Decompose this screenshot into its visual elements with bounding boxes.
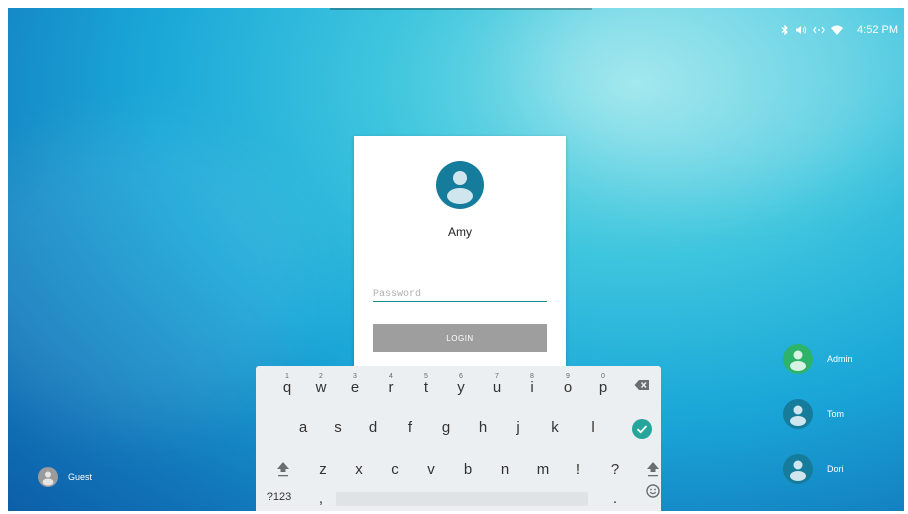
- user-name: Admin: [827, 354, 853, 364]
- key-s[interactable]: s: [321, 410, 355, 446]
- lock-screen: 4:52 PM Amy LOGIN Admin Tom Dori Guest 1…: [8, 8, 904, 511]
- clock-time: 4:52 PM: [857, 24, 898, 36]
- login-button[interactable]: LOGIN: [373, 324, 547, 352]
- person-icon: [790, 460, 806, 481]
- key-exclamation[interactable]: !: [561, 452, 595, 488]
- top-edge-line: [330, 8, 592, 10]
- key-r[interactable]: 4r: [374, 370, 408, 406]
- key-h[interactable]: h: [466, 410, 500, 446]
- key-m[interactable]: m: [526, 452, 560, 488]
- bluetooth-icon: [781, 25, 789, 35]
- status-bar: 4:52 PM: [781, 24, 898, 36]
- keyboard-row-2: a s d f g h j k l: [256, 410, 661, 446]
- user-avatar: [783, 454, 813, 484]
- user-tom[interactable]: Tom: [783, 399, 844, 429]
- key-t[interactable]: 5t: [409, 370, 443, 406]
- user-avatar: [436, 161, 484, 209]
- user-avatar: [783, 344, 813, 374]
- key-y[interactable]: 6y: [444, 370, 478, 406]
- user-name: Tom: [827, 409, 845, 419]
- key-c[interactable]: c: [378, 452, 412, 488]
- user-guest[interactable]: Guest: [38, 467, 92, 487]
- person-icon: [790, 405, 806, 426]
- key-o[interactable]: 9o: [551, 370, 585, 406]
- key-period[interactable]: .: [598, 481, 632, 511]
- user-admin[interactable]: Admin: [783, 344, 853, 374]
- key-i[interactable]: 8i: [515, 370, 549, 406]
- key-d[interactable]: d: [356, 410, 390, 446]
- key-b[interactable]: b: [451, 452, 485, 488]
- key-u[interactable]: 7u: [480, 370, 514, 406]
- key-a[interactable]: a: [286, 410, 320, 446]
- user-avatar: [38, 467, 58, 487]
- on-screen-keyboard: 1q 2w 3e 4r 5t 6y 7u 8i 9o 0p a s d f g …: [256, 366, 661, 511]
- person-icon: [42, 471, 54, 486]
- key-e[interactable]: 3e: [338, 370, 372, 406]
- wifi-icon: [831, 25, 844, 35]
- user-avatar: [783, 399, 813, 429]
- key-q[interactable]: 1q: [270, 370, 304, 406]
- space-bar[interactable]: [336, 492, 588, 506]
- enter-key[interactable]: [625, 410, 659, 446]
- person-icon: [790, 350, 806, 371]
- symbols-key[interactable]: ?123: [262, 479, 296, 511]
- emoji-icon: [646, 484, 660, 498]
- key-comma[interactable]: ,: [304, 481, 338, 511]
- key-v[interactable]: v: [414, 452, 448, 488]
- emoji-key[interactable]: [636, 475, 670, 511]
- backspace-icon: [634, 380, 649, 390]
- user-name: Dori: [827, 464, 844, 474]
- key-g[interactable]: g: [429, 410, 463, 446]
- ethernet-icon: [813, 25, 825, 35]
- person-icon: [447, 171, 473, 204]
- key-l[interactable]: l: [576, 410, 610, 446]
- key-f[interactable]: f: [393, 410, 427, 446]
- checkmark-icon: [632, 419, 652, 439]
- user-name: Guest: [68, 472, 93, 482]
- selected-user-name: Amy: [448, 225, 472, 239]
- key-k[interactable]: k: [538, 410, 572, 446]
- user-dori[interactable]: Dori: [783, 454, 844, 484]
- key-x[interactable]: x: [342, 452, 376, 488]
- volume-icon: [795, 25, 807, 35]
- password-field[interactable]: [373, 287, 547, 302]
- key-n[interactable]: n: [488, 452, 522, 488]
- key-j[interactable]: j: [501, 410, 535, 446]
- backspace-key[interactable]: [625, 370, 659, 406]
- key-w[interactable]: 2w: [304, 370, 338, 406]
- shift-icon: [277, 462, 289, 477]
- login-card: Amy LOGIN: [354, 136, 566, 376]
- key-p[interactable]: 0p: [586, 370, 620, 406]
- keyboard-row-1: 1q 2w 3e 4r 5t 6y 7u 8i 9o 0p: [256, 370, 661, 406]
